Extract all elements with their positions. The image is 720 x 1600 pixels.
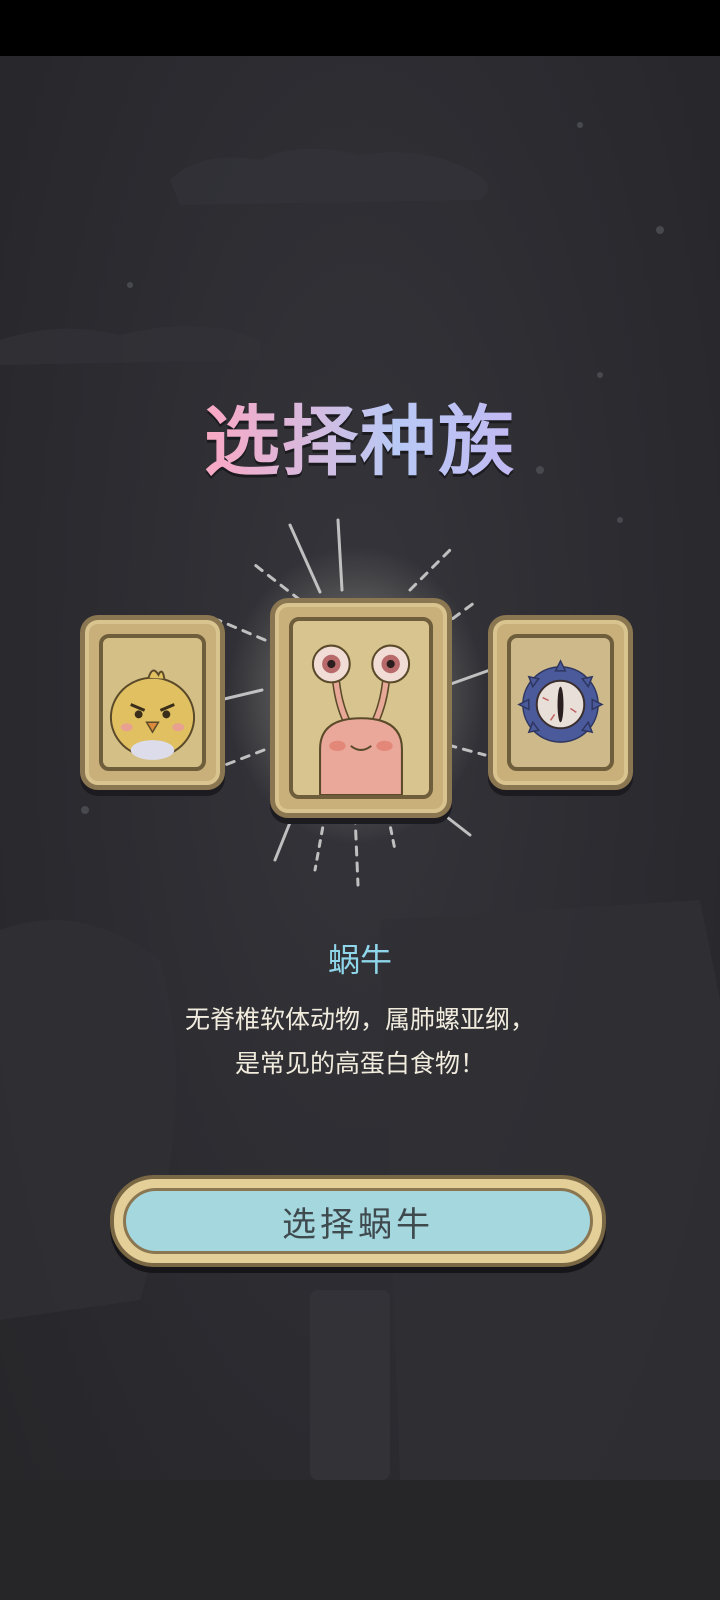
select-button-label: 选择蜗牛 [282, 1204, 434, 1245]
game-screen: 选择种族 蜗牛 无脊椎软体动物，属肺螺亚纲， 是常见的高蛋白食物！ 选择蜗牛 [0, 0, 720, 1600]
card-frame [507, 634, 614, 771]
card-frame [99, 634, 206, 771]
select-species-button[interactable]: 选择蜗牛 [110, 1175, 606, 1267]
race-card-snail[interactable] [270, 598, 452, 818]
select-button-face: 选择蜗牛 [123, 1188, 593, 1254]
species-description: 无脊椎软体动物，属肺螺亚纲， 是常见的高蛋白食物！ [184, 1005, 535, 1078]
species-name: 蜗牛 [327, 941, 392, 979]
angry-chick-icon [109, 669, 196, 760]
card-frame [289, 617, 433, 799]
race-card-chick[interactable] [80, 615, 225, 790]
race-card-eye[interactable] [488, 615, 633, 790]
spiky-eye-icon [517, 659, 604, 743]
snail-icon [311, 644, 411, 795]
